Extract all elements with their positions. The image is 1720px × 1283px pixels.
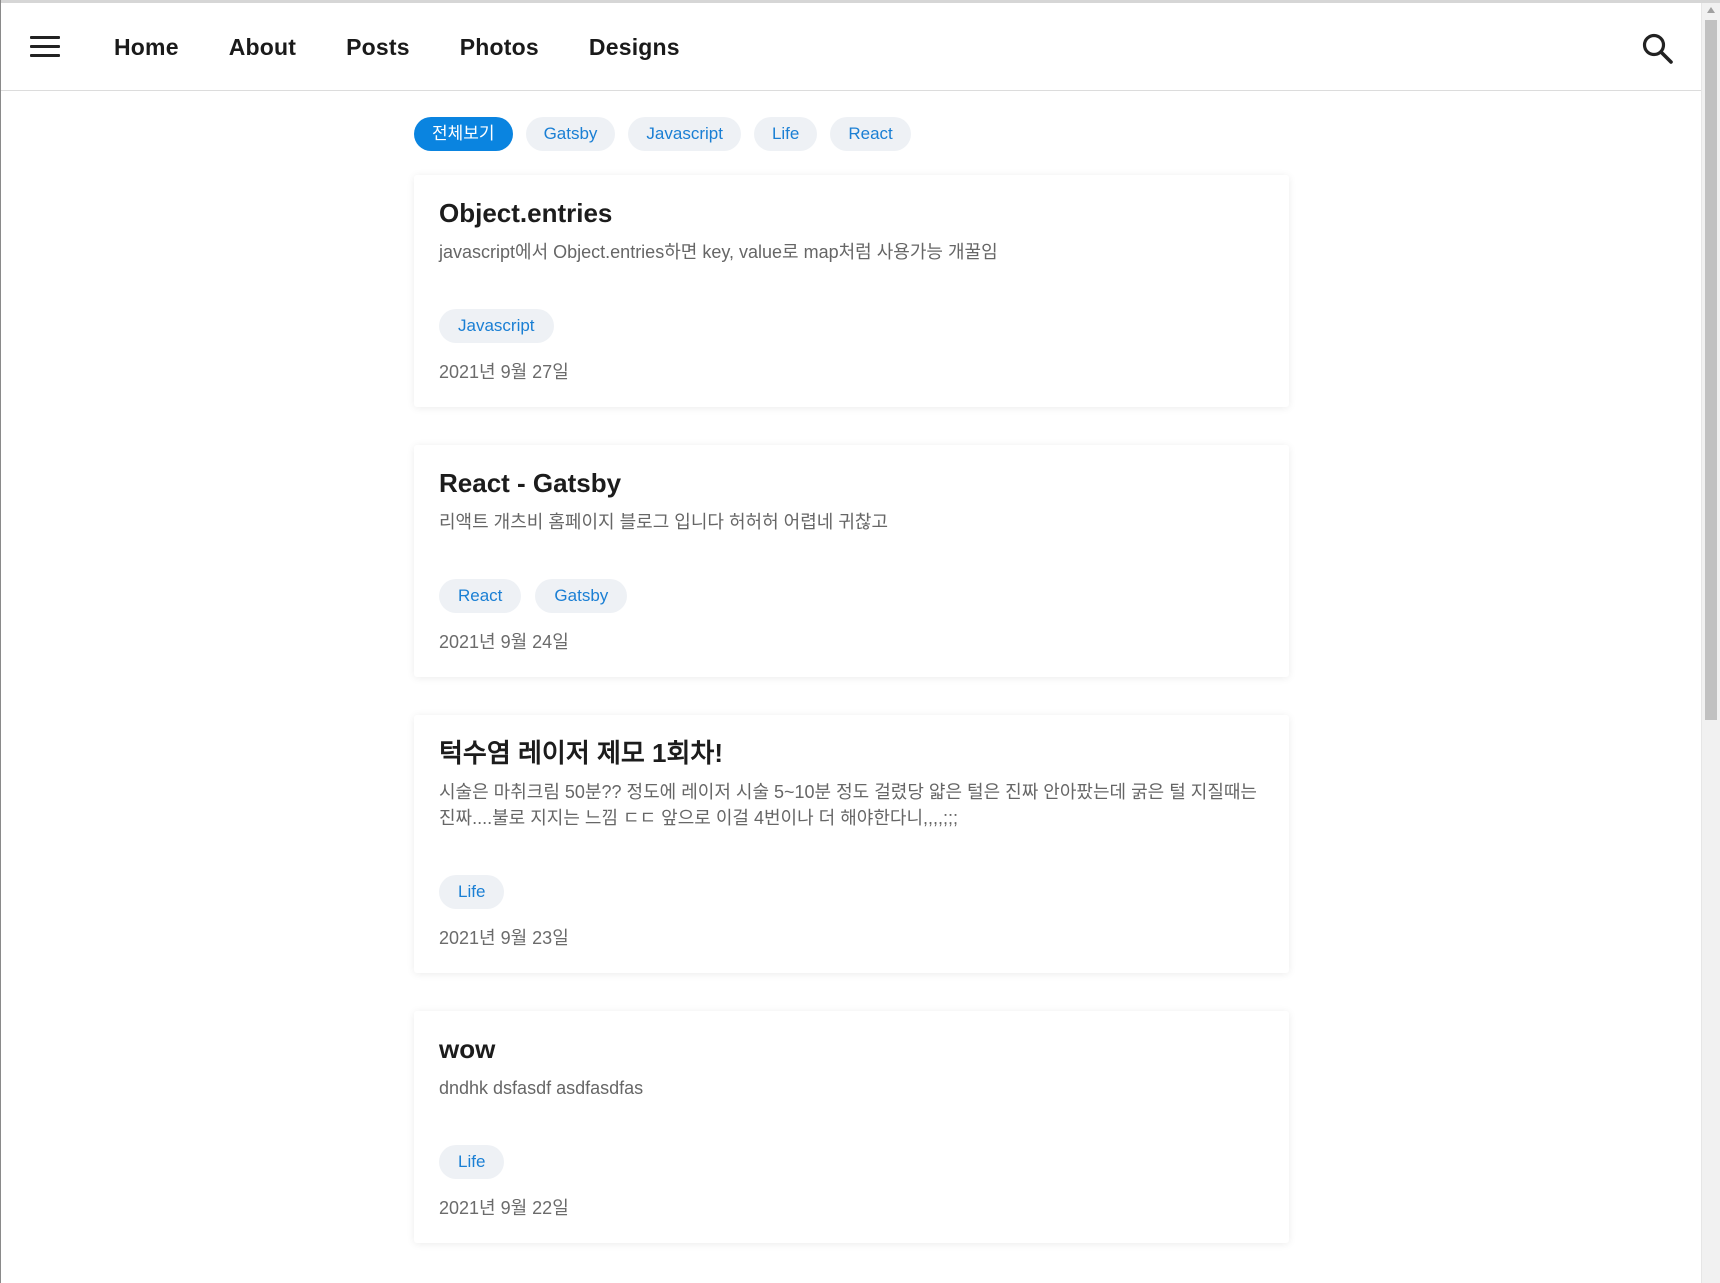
post-summary: javascript에서 Object.entries하면 key, value… [439, 242, 998, 262]
main-nav: Home About Posts Photos Designs [114, 3, 680, 91]
post-title[interactable]: 턱수염 레이저 제모 1회차! [439, 735, 1264, 771]
post-card[interactable]: wow dndhk dsfasdf asdfasdfas Life 2021년 … [414, 1011, 1289, 1243]
post-card[interactable]: React - Gatsby 리액트 개츠비 홈페이지 블로그 입니다 허허허 … [414, 445, 1289, 677]
scroll-up-arrow-icon[interactable] [1707, 7, 1715, 13]
search-icon[interactable] [1641, 32, 1675, 66]
category-filter-bar: 전체보기 Gatsby Javascript Life React [414, 117, 911, 151]
post-date: 2021년 9월 23일 [439, 928, 569, 948]
post-tag[interactable]: Life [439, 875, 505, 909]
category-chip-react[interactable]: React [830, 117, 911, 151]
category-chip-gatsby[interactable]: Gatsby [525, 117, 616, 151]
nav-about[interactable]: About [229, 34, 296, 61]
hamburger-menu-icon[interactable] [30, 36, 60, 58]
post-title[interactable]: Object.entries [439, 195, 1264, 231]
scrollbar-thumb[interactable] [1705, 20, 1717, 720]
post-date: 2021년 9월 22일 [439, 1198, 569, 1218]
site-header: Home About Posts Photos Designs [1, 3, 1701, 91]
post-title[interactable]: wow [439, 1031, 1264, 1067]
post-list: Object.entries javascript에서 Object.entri… [414, 175, 1289, 1281]
category-chip-life[interactable]: Life [753, 117, 818, 151]
nav-posts[interactable]: Posts [346, 34, 410, 61]
post-title[interactable]: React - Gatsby [439, 465, 1264, 501]
post-summary: 리액트 개츠비 홈페이지 블로그 입니다 허허허 어렵네 귀찮고 [439, 512, 889, 532]
category-chip-javascript[interactable]: Javascript [628, 117, 741, 151]
post-tag[interactable]: React [439, 579, 522, 613]
post-card[interactable]: Object.entries javascript에서 Object.entri… [414, 175, 1289, 407]
post-tags: Javascript [439, 309, 1264, 343]
post-date: 2021년 9월 27일 [439, 362, 569, 382]
post-tag[interactable]: Life [439, 1145, 505, 1179]
post-summary: 시술은 마취크림 50분?? 정도에 레이저 시술 5~10분 정도 걸렸당 얇… [439, 782, 1257, 828]
category-chip-all[interactable]: 전체보기 [414, 117, 513, 151]
nav-photos[interactable]: Photos [460, 34, 539, 61]
post-date: 2021년 9월 24일 [439, 632, 569, 652]
post-tag[interactable]: Javascript [439, 309, 554, 343]
post-tag[interactable]: Gatsby [535, 579, 628, 613]
nav-designs[interactable]: Designs [589, 34, 680, 61]
nav-home[interactable]: Home [114, 34, 179, 61]
post-tags: Life [439, 1145, 1264, 1179]
window-left-border [0, 0, 1, 1283]
post-summary: dndhk dsfasdf asdfasdfas [439, 1078, 644, 1098]
post-tags: Life [439, 875, 1264, 909]
post-card[interactable]: 턱수염 레이저 제모 1회차! 시술은 마취크림 50분?? 정도에 레이저 시… [414, 715, 1289, 973]
post-tags: React Gatsby [439, 579, 1264, 613]
vertical-scrollbar[interactable] [1701, 3, 1720, 1283]
